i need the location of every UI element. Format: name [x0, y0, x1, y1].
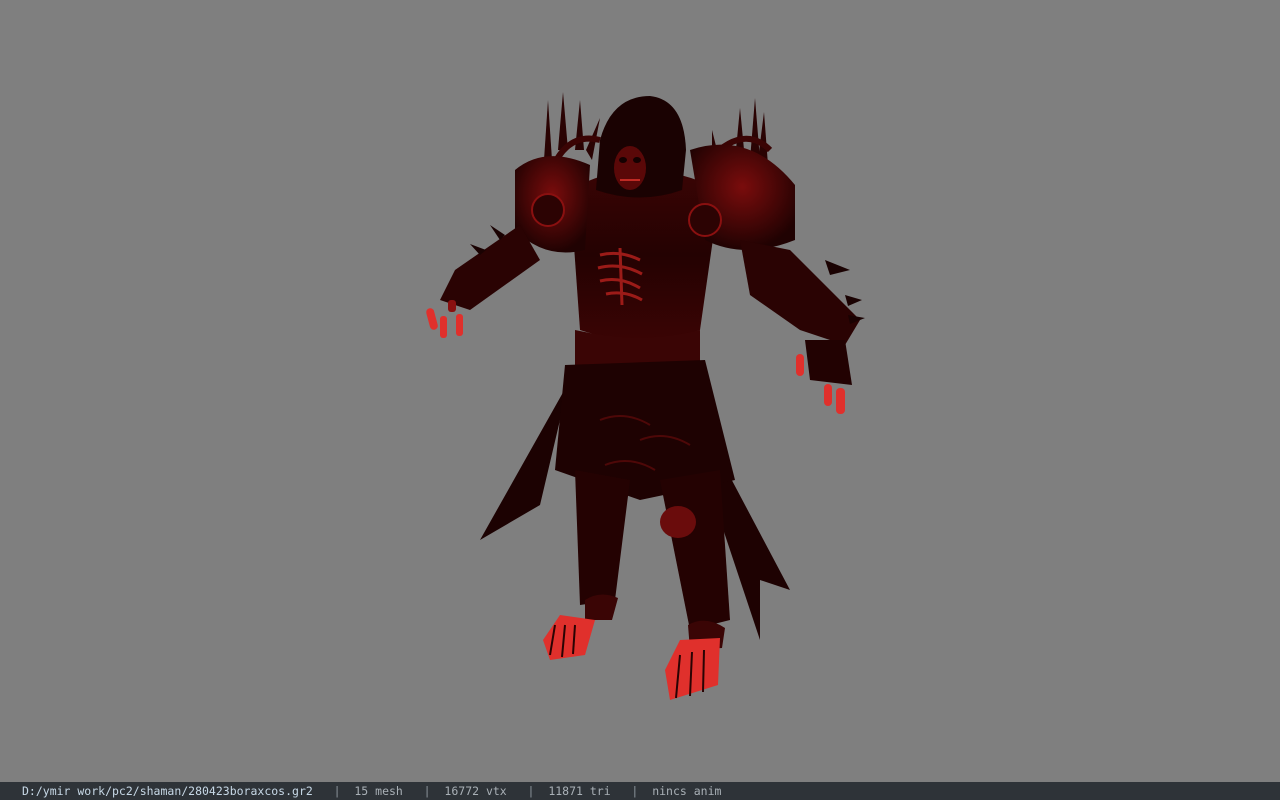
separator: | — [631, 784, 639, 798]
right-leg — [660, 470, 730, 630]
triangle-count: 11871 tri — [548, 784, 611, 798]
separator: | — [333, 784, 341, 798]
left-foot — [543, 615, 595, 660]
separator: | — [423, 784, 431, 798]
animation-status: nincs anim — [652, 784, 722, 798]
status-bar: D:/ymir work/pc2/shaman/280423boraxcos.g… — [0, 782, 1280, 800]
right-arm — [740, 240, 860, 345]
vertex-count: 16772 vtx — [444, 784, 507, 798]
character-model — [426, 92, 865, 700]
mesh-count: 15 mesh — [354, 784, 403, 798]
separator: | — [527, 784, 535, 798]
skull-face — [614, 146, 646, 190]
right-foot — [665, 638, 720, 700]
left-arm — [440, 225, 540, 310]
file-path: D:/ymir work/pc2/shaman/280423boraxcos.g… — [22, 784, 313, 798]
left-leg — [575, 470, 630, 605]
3d-viewport[interactable] — [0, 0, 1280, 782]
